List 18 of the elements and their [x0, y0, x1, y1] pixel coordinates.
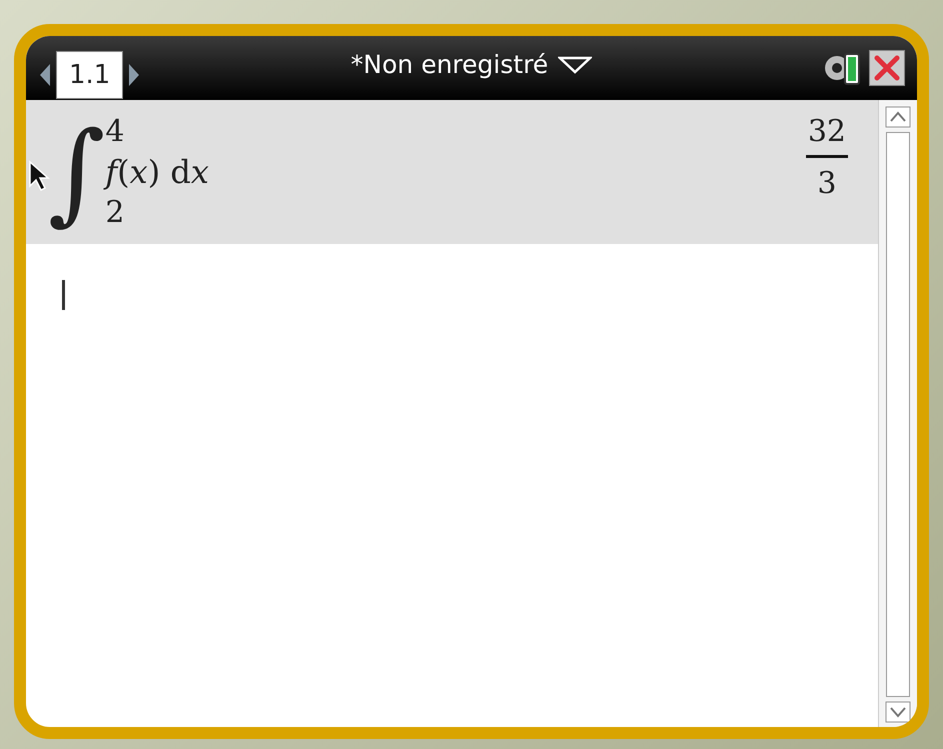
scroll-up-icon[interactable]: [885, 106, 911, 128]
denominator: 3: [817, 165, 836, 201]
document-title: *Non enregistré: [350, 50, 548, 79]
numerator: 32: [806, 114, 848, 158]
close-button[interactable]: [869, 50, 905, 86]
scroll-down-icon[interactable]: [885, 701, 911, 723]
text-cursor: [62, 280, 65, 310]
page-tab[interactable]: 1.1: [56, 51, 124, 99]
mouse-pointer-icon: [28, 160, 52, 192]
upper-limit: 4: [105, 114, 126, 149]
scrollbar[interactable]: [878, 100, 917, 727]
lower-limit: 2: [105, 195, 126, 230]
integrand: f(x) dx: [105, 153, 209, 191]
dropdown-triangle-icon[interactable]: [558, 56, 592, 74]
close-icon: [872, 53, 902, 83]
left-arrow-icon[interactable]: [38, 62, 52, 88]
differential: dx: [170, 153, 209, 191]
right-arrow-icon[interactable]: [127, 62, 142, 88]
